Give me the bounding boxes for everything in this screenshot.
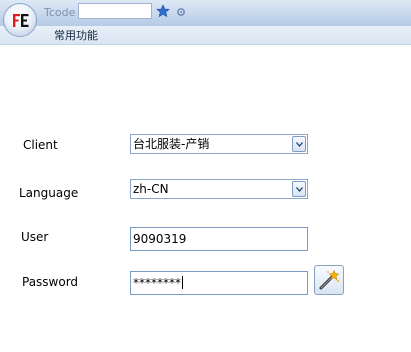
user-input[interactable]: 9090319: [130, 227, 308, 251]
client-label: Client: [23, 138, 58, 152]
language-label: Language: [19, 186, 79, 200]
menu-common-functions[interactable]: 常用功能: [54, 27, 98, 43]
language-value: zh-CN: [133, 182, 169, 196]
chevron-down-icon[interactable]: [292, 136, 306, 152]
tcode-input[interactable]: [78, 3, 152, 19]
user-label: User: [21, 230, 49, 244]
text-cursor: [182, 276, 183, 289]
app-logo-icon: [13, 14, 29, 27]
password-label: Password: [22, 275, 79, 289]
magic-wand-button[interactable]: [314, 265, 344, 295]
tcode-label: Tcode: [44, 6, 76, 19]
star-icon[interactable]: [156, 4, 170, 18]
client-value: 台北服装-产销: [133, 137, 210, 151]
password-value: ********: [133, 276, 181, 290]
chevron-down-icon[interactable]: [292, 181, 306, 197]
gear-icon[interactable]: [176, 6, 186, 16]
app-menu-button[interactable]: [3, 3, 37, 37]
password-input[interactable]: ********: [130, 271, 308, 295]
user-value: 9090319: [133, 232, 187, 246]
magic-wand-icon: [319, 269, 340, 290]
title-bar: Tcode: [0, 0, 411, 27]
client-select[interactable]: 台北服装-产销: [130, 134, 308, 154]
menu-bar: 常用功能: [0, 26, 411, 45]
language-select[interactable]: zh-CN: [130, 179, 308, 199]
